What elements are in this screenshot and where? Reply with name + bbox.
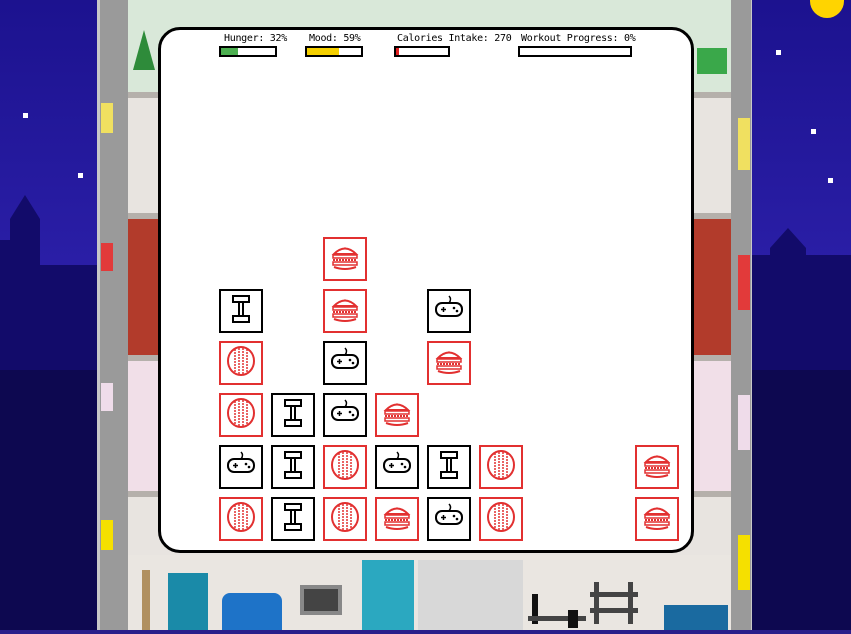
donut-icon bbox=[328, 448, 362, 486]
donut-icon bbox=[328, 500, 362, 538]
mood-bar bbox=[305, 46, 363, 57]
floor-indicator bbox=[101, 520, 113, 550]
donut-icon bbox=[224, 500, 258, 538]
bench-icon bbox=[664, 605, 728, 630]
board-tile[interactable] bbox=[219, 497, 263, 541]
board-tile[interactable] bbox=[427, 445, 471, 489]
workout-label: Workout Progress: 0% bbox=[521, 33, 636, 44]
board-tile[interactable] bbox=[271, 445, 315, 489]
board-tile[interactable] bbox=[271, 497, 315, 541]
board-tile[interactable] bbox=[219, 393, 263, 437]
hunger-bar bbox=[219, 46, 277, 57]
board-tile[interactable] bbox=[219, 445, 263, 489]
dumbbell-icon bbox=[276, 500, 310, 538]
calories-label: Calories Intake: 270 bbox=[397, 33, 512, 44]
person-on-treadmill-icon bbox=[528, 592, 586, 630]
kitchen-icon bbox=[418, 560, 523, 630]
gym-rack-icon bbox=[590, 582, 638, 624]
gift-icon bbox=[697, 48, 727, 74]
board-tile[interactable] bbox=[479, 445, 523, 489]
floor-indicator bbox=[101, 243, 113, 271]
gamepad-icon bbox=[328, 344, 362, 382]
workout-bar bbox=[518, 46, 632, 57]
star bbox=[811, 129, 816, 134]
door-icon bbox=[168, 573, 208, 630]
dumbbell-icon bbox=[224, 292, 258, 330]
star bbox=[78, 173, 83, 178]
board-tile[interactable] bbox=[323, 289, 367, 333]
burger-icon bbox=[328, 292, 362, 330]
board-tile[interactable] bbox=[375, 445, 419, 489]
burger-icon bbox=[380, 500, 414, 538]
gamepad-icon bbox=[380, 448, 414, 486]
burger-icon bbox=[432, 344, 466, 382]
hunger-bar-fill bbox=[221, 48, 239, 55]
floor-indicator bbox=[738, 535, 750, 590]
donut-icon bbox=[484, 500, 518, 538]
donut-icon bbox=[224, 396, 258, 434]
board-tile[interactable] bbox=[375, 393, 419, 437]
mood-bar-fill bbox=[307, 48, 339, 55]
board-tile[interactable] bbox=[323, 393, 367, 437]
floor-lamp-icon bbox=[142, 570, 150, 630]
star bbox=[828, 178, 833, 183]
burger-icon bbox=[328, 240, 362, 278]
board-tile[interactable] bbox=[635, 497, 679, 541]
board-tile[interactable] bbox=[427, 497, 471, 541]
floor-indicator bbox=[738, 255, 750, 310]
computer-icon bbox=[300, 585, 342, 615]
star bbox=[23, 113, 28, 118]
donut-icon bbox=[224, 344, 258, 382]
burger-icon bbox=[380, 396, 414, 434]
skyline-building bbox=[752, 370, 851, 630]
board-tile[interactable] bbox=[219, 341, 263, 385]
bookshelf-icon bbox=[362, 560, 414, 630]
board-tile[interactable] bbox=[427, 341, 471, 385]
skyline-building bbox=[0, 370, 100, 630]
calories-bar bbox=[394, 46, 450, 57]
dumbbell-icon bbox=[432, 448, 466, 486]
floor-indicator bbox=[101, 383, 113, 411]
hunger-label: Hunger: 32% bbox=[224, 33, 287, 44]
board-tile[interactable] bbox=[323, 237, 367, 281]
burger-icon bbox=[640, 448, 674, 486]
board-tile[interactable] bbox=[427, 289, 471, 333]
star bbox=[776, 50, 781, 55]
board-tile[interactable] bbox=[479, 497, 523, 541]
calories-bar-fill bbox=[396, 48, 400, 55]
board-tile[interactable] bbox=[323, 341, 367, 385]
burger-icon bbox=[640, 500, 674, 538]
sofa-icon bbox=[222, 593, 282, 630]
board-tile[interactable] bbox=[323, 445, 367, 489]
floor-indicator bbox=[738, 118, 750, 170]
gamepad-icon bbox=[432, 500, 466, 538]
floor-indicator bbox=[738, 395, 750, 450]
donut-icon bbox=[484, 448, 518, 486]
gamepad-icon bbox=[328, 396, 362, 434]
board-tile[interactable] bbox=[219, 289, 263, 333]
board-tile[interactable] bbox=[375, 497, 419, 541]
dumbbell-icon bbox=[276, 448, 310, 486]
gamepad-icon bbox=[224, 448, 258, 486]
dumbbell-icon bbox=[276, 396, 310, 434]
board-tile[interactable] bbox=[323, 497, 367, 541]
board-tile[interactable] bbox=[635, 445, 679, 489]
floor-indicator bbox=[101, 103, 113, 133]
mood-label: Mood: 59% bbox=[309, 33, 361, 44]
gamepad-icon bbox=[432, 292, 466, 330]
board-tile[interactable] bbox=[271, 393, 315, 437]
